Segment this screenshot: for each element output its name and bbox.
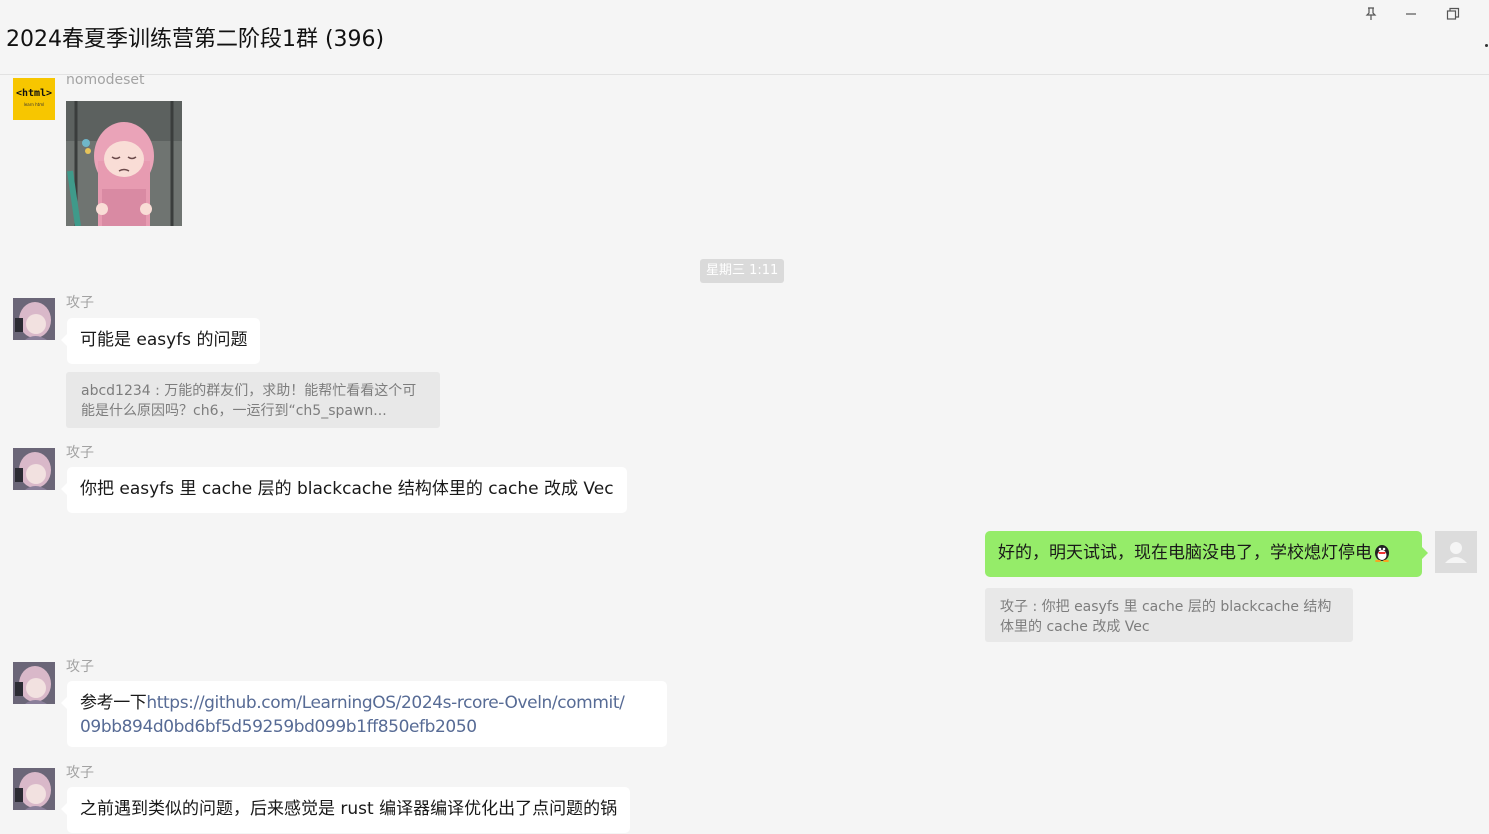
restore-icon[interactable]	[1440, 4, 1466, 24]
sender-name: 攻子	[66, 445, 94, 461]
image-message[interactable]	[66, 101, 182, 227]
message-bubble[interactable]: 参考一下https://github.com/LearningOS/2024s-…	[61, 681, 667, 747]
penguin-emoji-icon	[1372, 542, 1392, 563]
sender-name: nomodeset	[66, 72, 145, 88]
timestamp: 星期三 1:11	[700, 259, 785, 283]
self-message-bubble[interactable]: 好的，明天试试，现在电脑没电了，学校熄灯停电	[985, 531, 1428, 577]
avatar[interactable]: <html> learn html	[13, 78, 55, 120]
quoted-message[interactable]: 攻子 : 你把 easyfs 里 cache 层的 blackcache 结构体…	[985, 588, 1353, 642]
message-text: 参考一下	[80, 693, 147, 713]
avatar-logo-subtext: learn html	[23, 102, 45, 107]
avatar[interactable]	[13, 298, 55, 340]
sender-name: 攻子	[66, 295, 94, 311]
sender-name: 攻子	[66, 659, 94, 675]
avatar-logo-text: <html>	[15, 88, 53, 99]
title-bar: 2024春夏季训练营第二阶段1群 (396)	[0, 0, 1489, 75]
quoted-message[interactable]: abcd1234 : 万能的群友们，求助！能帮忙看看这个可能是什么原因吗？ch6…	[66, 372, 440, 428]
self-message-text: 好的，明天试试，现在电脑没电了，学校熄灯停电	[998, 543, 1372, 563]
message-bubble[interactable]: 可能是 easyfs 的问题	[60, 318, 261, 364]
pin-icon[interactable]	[1358, 4, 1384, 24]
minimize-icon[interactable]	[1398, 4, 1424, 24]
commit-link-continued[interactable]: 09bb894d0bd6bf5d59259bd099b1ff850efb2050	[80, 717, 477, 737]
more-dot	[1485, 44, 1488, 47]
avatar[interactable]	[13, 662, 55, 704]
message-bubble[interactable]: 你把 easyfs 里 cache 层的 blackcache 结构体里的 ca…	[61, 467, 627, 513]
commit-link[interactable]: https://github.com/LearningOS/2024s-rcor…	[146, 693, 624, 713]
sender-name: 攻子	[66, 765, 94, 781]
avatar[interactable]	[13, 768, 55, 810]
chat-title[interactable]: 2024春夏季训练营第二阶段1群 (396)	[6, 21, 384, 53]
message-bubble[interactable]: 之前遇到类似的问题，后来感觉是 rust 编译器编译优化出了点问题的锅	[60, 787, 631, 833]
self-avatar[interactable]	[1435, 531, 1477, 573]
avatar[interactable]	[13, 448, 55, 490]
